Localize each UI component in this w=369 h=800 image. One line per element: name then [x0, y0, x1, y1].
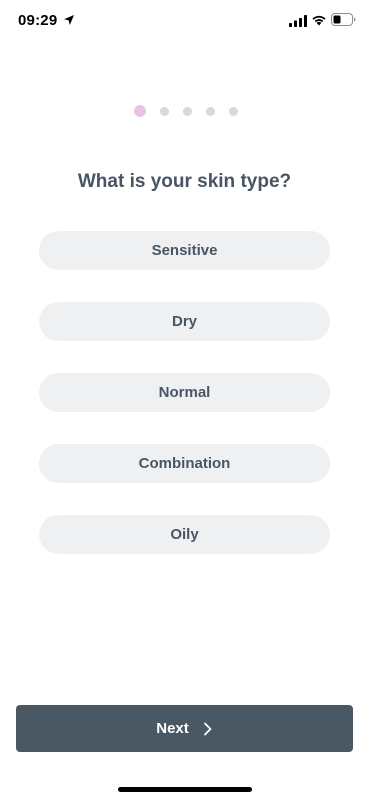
cellular-signal-icon: [289, 15, 307, 27]
question-title: What is your skin type?: [77, 171, 292, 192]
battery-icon: [331, 13, 356, 26]
location-arrow-icon: [64, 15, 74, 25]
skin-type-options: Sensitive Dry Normal Combination Oily: [39, 231, 330, 586]
progress-dot: [228, 106, 238, 116]
progress-indicator: [0, 105, 369, 117]
option-sensitive-button[interactable]: Sensitive: [39, 231, 330, 270]
home-indicator: [118, 787, 252, 792]
option-dry-button[interactable]: Dry: [39, 302, 330, 341]
option-oily-button[interactable]: Oily: [39, 515, 330, 554]
wifi-icon: [312, 15, 326, 26]
progress-dot: [182, 106, 192, 116]
progress-dot: [159, 106, 169, 116]
status-bar: 09:29: [0, 0, 369, 44]
option-normal-button[interactable]: Normal: [39, 373, 330, 412]
progress-dot-active: [133, 105, 146, 117]
chevron-right-icon: [203, 722, 212, 735]
status-time: 09:29: [18, 12, 58, 29]
next-button-label: Next: [156, 720, 189, 737]
progress-dot: [205, 106, 215, 116]
option-combination-button[interactable]: Combination: [39, 444, 330, 483]
next-button[interactable]: Next: [16, 705, 353, 752]
